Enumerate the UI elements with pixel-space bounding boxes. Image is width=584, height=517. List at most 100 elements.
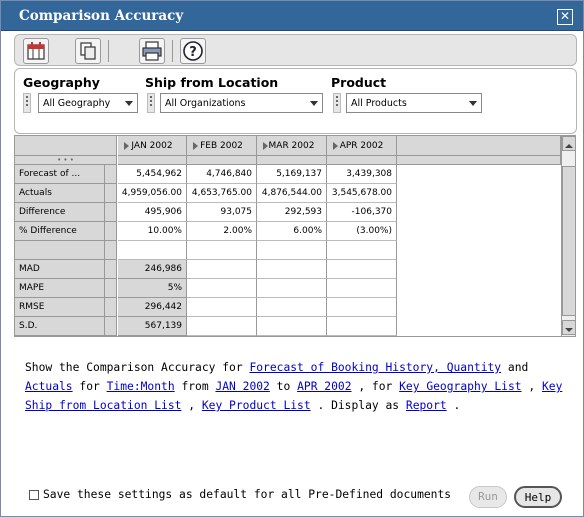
geography-select[interactable]: All Geography <box>38 93 138 113</box>
row-header[interactable]: Actuals <box>15 184 105 203</box>
row-grip <box>105 165 117 184</box>
column-header-label: FEB 2002 <box>200 141 243 151</box>
calendar-button[interactable] <box>23 38 49 64</box>
sentence-text: , <box>521 380 542 393</box>
scroll-thumb[interactable] <box>562 166 575 316</box>
report-grid: • • • JAN 2002 FEB 2002 MAR 2002 APR 2002 Fo… <box>14 135 576 337</box>
table-cell <box>257 317 327 336</box>
table-cell: 292,593 <box>257 203 327 222</box>
table-cell: -106,370 <box>327 203 397 222</box>
column-header[interactable]: MAR 2002 <box>257 136 327 156</box>
row-header-grip[interactable]: • • • <box>15 156 117 165</box>
sentence-text: and <box>501 361 529 374</box>
expand-arrow-icon <box>263 142 268 150</box>
row-header[interactable]: S.D. <box>15 317 105 336</box>
display-type-link[interactable]: Report <box>406 399 447 412</box>
row-header[interactable]: MAPE <box>15 279 105 298</box>
column-subheader <box>327 156 397 165</box>
column-header-label: MAR 2002 <box>268 141 315 151</box>
geography-list-link[interactable]: Key Geography List <box>399 380 521 393</box>
geography-label: Geography <box>23 75 100 90</box>
chevron-down-icon <box>469 101 477 106</box>
expand-arrow-icon <box>124 142 129 150</box>
product-label: Product <box>331 75 387 90</box>
product-list-link[interactable]: Key Product List <box>202 399 311 412</box>
product-value: All Products <box>351 98 407 109</box>
column-header[interactable]: JAN 2002 <box>118 136 187 156</box>
scroll-up-button[interactable] <box>562 136 575 151</box>
geography-value: All Geography <box>43 98 111 109</box>
column-subheader <box>118 156 187 165</box>
vertical-scrollbar[interactable] <box>561 136 575 336</box>
ship-from-grip[interactable] <box>147 93 155 113</box>
row-header[interactable]: Difference <box>15 203 105 222</box>
actuals-link[interactable]: Actuals <box>25 380 73 393</box>
sentence-text: . Display as <box>310 399 406 412</box>
time-dimension-link[interactable]: Time:Month <box>107 380 175 393</box>
save-default-checkbox[interactable] <box>29 490 39 500</box>
column-subheader <box>187 156 257 165</box>
product-grip[interactable] <box>333 93 341 113</box>
from-period-link[interactable]: JAN 2002 <box>215 380 269 393</box>
toolbar: ? <box>14 34 577 66</box>
table-cell <box>327 317 397 336</box>
table-cell <box>327 298 397 317</box>
row-header[interactable]: RMSE <box>15 298 105 317</box>
table-cell: 5,454,962 <box>118 165 187 184</box>
table-cell: 5% <box>118 279 187 298</box>
table-cell <box>257 298 327 317</box>
calendar-icon <box>27 42 45 60</box>
ship-from-value: All Organizations <box>165 98 246 109</box>
ship-from-select[interactable]: All Organizations <box>160 93 323 113</box>
table-cell: 4,653,765.00 <box>187 184 257 203</box>
toolbar-separator <box>108 40 109 62</box>
help-button[interactable]: Help <box>514 486 562 508</box>
scroll-down-button[interactable] <box>562 320 575 335</box>
product-select[interactable]: All Products <box>346 93 482 113</box>
row-grip <box>105 222 117 241</box>
table-cell <box>187 279 257 298</box>
column-header[interactable]: APR 2002 <box>327 136 397 156</box>
table-cell: 10.00% <box>118 222 187 241</box>
table-cell <box>327 260 397 279</box>
row-grip <box>105 260 117 279</box>
row-header[interactable]: MAD <box>15 260 105 279</box>
table-cell <box>187 241 257 260</box>
geography-grip[interactable] <box>23 93 31 113</box>
table-cell: 3,545,678.00 <box>327 184 397 203</box>
table-cell <box>257 279 327 298</box>
sentence-text: Show the Comparison Accuracy for <box>25 361 250 374</box>
to-period-link[interactable]: APR 2002 <box>297 380 351 393</box>
row-grip <box>105 184 117 203</box>
table-cell: 4,746,840 <box>187 165 257 184</box>
help-toolbar-button[interactable]: ? <box>180 38 206 64</box>
parameter-panel: Geography All Geography Ship from Locati… <box>14 68 577 134</box>
ship-from-label: Ship from Location <box>145 75 279 90</box>
row-header[interactable]: Forecast of ... <box>15 165 105 184</box>
svg-text:?: ? <box>189 45 197 60</box>
measure-link[interactable]: Forecast of Booking History, Quantity <box>249 361 501 374</box>
save-default-label: Save these settings as default for all P… <box>43 488 452 501</box>
print-icon <box>142 41 162 61</box>
column-header-label: JAN 2002 <box>131 141 173 151</box>
help-icon: ? <box>183 41 203 61</box>
chevron-up-icon <box>565 144 573 148</box>
run-button[interactable]: Run <box>469 486 507 508</box>
column-subheader <box>257 156 327 165</box>
row-header[interactable]: % Difference <box>15 222 105 241</box>
title-bar: Comparison Accuracy ✕ <box>1 1 583 31</box>
table-cell: 246,986 <box>118 260 187 279</box>
window-title: Comparison Accuracy <box>19 8 184 24</box>
table-cell <box>257 260 327 279</box>
row-header[interactable] <box>15 241 105 260</box>
table-cell <box>118 241 187 260</box>
print-button[interactable] <box>139 38 165 64</box>
report-definition-sentence: Show the Comparison Accuracy for Forecas… <box>25 358 565 415</box>
column-header[interactable]: FEB 2002 <box>187 136 257 156</box>
close-button[interactable]: ✕ <box>557 9 573 25</box>
copy-button[interactable] <box>75 38 101 64</box>
row-grip <box>105 317 117 336</box>
chevron-down-icon <box>310 101 318 106</box>
chevron-down-icon <box>565 328 573 332</box>
sentence-text: from <box>174 380 216 393</box>
